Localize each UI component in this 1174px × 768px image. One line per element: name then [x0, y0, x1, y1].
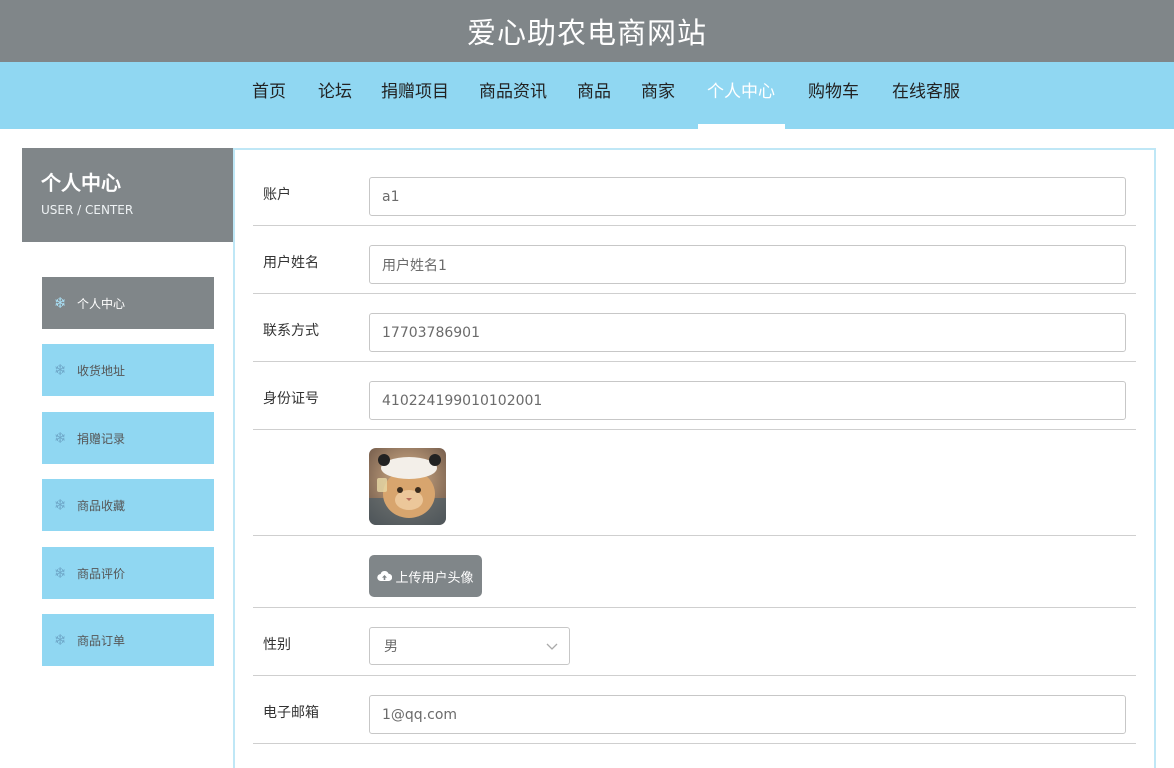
sidebar-item-label: 收货地址 [77, 363, 126, 378]
nav-item-user-center[interactable]: 个人中心 [698, 62, 785, 129]
site-title: 爱心助农电商网站 [466, 16, 707, 50]
account-field[interactable] [369, 177, 1126, 216]
email-field[interactable] [369, 695, 1126, 734]
upload-avatar-button[interactable]: 上传用户头像 [369, 555, 482, 597]
snowflake-icon: ❄ [54, 631, 67, 649]
snowflake-icon: ❄ [54, 564, 67, 582]
snowflake-icon: ❄ [54, 294, 67, 312]
nav-item-news[interactable]: 商品资讯 [479, 62, 547, 129]
gender-select[interactable]: 男 [369, 627, 570, 665]
nav-item-merchants[interactable]: 商家 [641, 62, 675, 129]
upload-avatar-label: 上传用户头像 [395, 570, 474, 586]
nav-item-products[interactable]: 商品 [577, 62, 611, 129]
snowflake-icon: ❄ [54, 496, 67, 514]
phone-label: 联系方式 [263, 323, 319, 339]
account-label: 账户 [263, 187, 291, 203]
main-nav: 首页 论坛 捐赠项目 商品资讯 商品 商家 个人中心 购物车 在线客服 [0, 62, 1174, 129]
sidebar-item-orders[interactable]: ❄ 商品订单 [42, 614, 214, 666]
site-header: 爱心助农电商网站 [0, 0, 1174, 62]
sidebar-item-label: 商品收藏 [77, 498, 126, 513]
sidebar-item-label: 个人中心 [77, 296, 126, 311]
phone-field[interactable] [369, 313, 1126, 352]
nav-item-home[interactable]: 首页 [252, 62, 286, 129]
cloud-upload-icon [377, 571, 393, 582]
id-card-field[interactable] [369, 381, 1126, 420]
avatar-cat-photo [369, 448, 446, 525]
sidebar-item-address[interactable]: ❄ 收货地址 [42, 344, 214, 396]
sidebar-title: 个人中心 [41, 171, 121, 195]
snowflake-icon: ❄ [54, 361, 67, 379]
sidebar-item-reviews[interactable]: ❄ 商品评价 [42, 547, 214, 599]
sidebar-item-user-center[interactable]: ❄ 个人中心 [42, 277, 214, 329]
sidebar-subtitle: USER / CENTER [41, 203, 134, 217]
nav-item-forum[interactable]: 论坛 [318, 62, 352, 129]
sidebar-item-label: 捐赠记录 [77, 431, 126, 446]
username-field[interactable] [369, 245, 1126, 284]
gender-label: 性别 [263, 637, 291, 653]
avatar [369, 448, 446, 525]
username-label: 用户姓名 [263, 255, 319, 271]
nav-item-donation[interactable]: 捐赠项目 [381, 62, 449, 129]
sidebar-item-label: 商品评价 [77, 566, 126, 581]
nav-item-cart[interactable]: 购物车 [808, 62, 859, 129]
email-label: 电子邮箱 [263, 705, 319, 721]
id-card-label: 身份证号 [263, 391, 319, 407]
chevron-down-icon [546, 643, 558, 650]
sidebar-item-label: 商品订单 [77, 633, 126, 648]
sidebar-header: 个人中心 USER / CENTER [22, 148, 234, 242]
nav-item-service[interactable]: 在线客服 [892, 62, 960, 129]
sidebar-item-donation-records[interactable]: ❄ 捐赠记录 [42, 412, 214, 464]
sidebar-item-favorites[interactable]: ❄ 商品收藏 [42, 479, 214, 531]
snowflake-icon: ❄ [54, 429, 67, 447]
gender-value: 男 [384, 639, 398, 655]
